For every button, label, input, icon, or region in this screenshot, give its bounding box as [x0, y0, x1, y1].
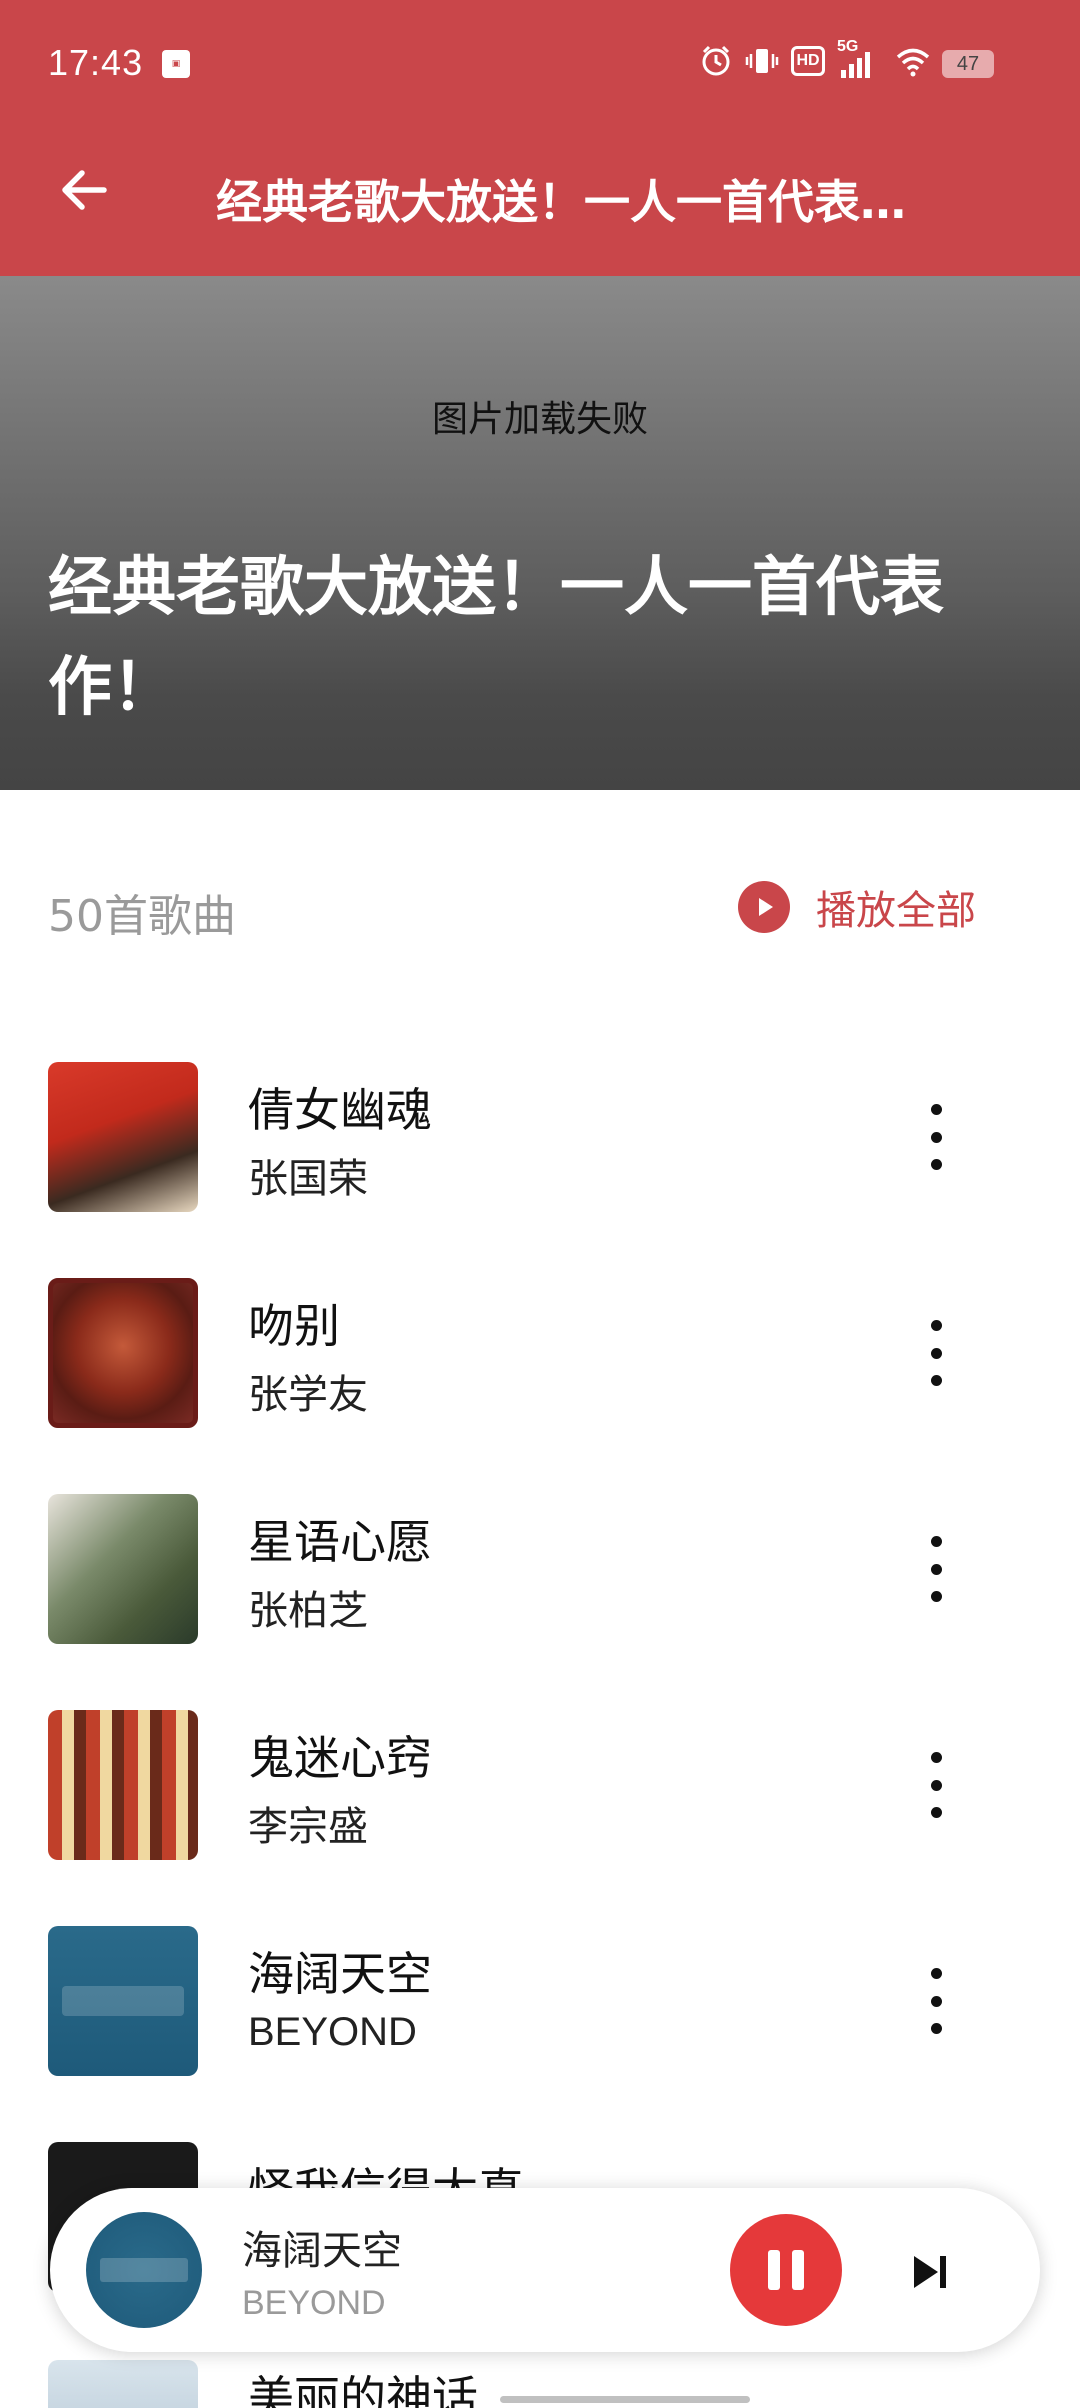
song-artist: BEYOND	[248, 2010, 417, 2054]
song-artist: 张柏芝	[248, 1588, 368, 1634]
more-options-button[interactable]	[906, 1536, 966, 1602]
song-row[interactable]: 鬼迷心窍 李宗盛	[0, 1710, 1080, 1926]
page-title: 经典老歌大放送！一人一首代表…	[216, 175, 906, 229]
song-title: 海阔天空	[248, 1947, 432, 2001]
song-artist: 张学友	[248, 1372, 368, 1418]
top-bar: 17:43 ▣ HD 5G 47 经典老歌大放送！一人一首代表…	[0, 0, 1080, 276]
pause-icon	[768, 2250, 780, 2290]
back-button[interactable]	[54, 160, 114, 220]
mini-player[interactable]: 海阔天空 BEYOND	[50, 2188, 1040, 2352]
wifi-icon	[896, 48, 930, 77]
label-logo	[62, 1986, 184, 2016]
alarm-icon	[702, 45, 730, 76]
more-options-button[interactable]	[906, 1752, 966, 1818]
vibrate-icon	[745, 49, 779, 73]
song-row[interactable]: 海阔天空 BEYOND	[0, 1926, 1080, 2142]
song-title: 鬼迷心窍	[248, 1731, 432, 1785]
album-cover	[48, 1926, 198, 2076]
now-playing-artist: BEYOND	[242, 2284, 386, 2322]
song-row[interactable]: 倩女幽魂 张国荣	[0, 1062, 1080, 1278]
song-title: 美丽的神话	[248, 2371, 478, 2408]
network-type: 5G	[837, 38, 859, 55]
gesture-bar	[500, 2396, 750, 2403]
now-playing-title: 海阔天空	[242, 2228, 402, 2274]
song-artist: 李宗盛	[248, 1804, 368, 1850]
hd-badge: HD	[791, 46, 825, 76]
play-all-button[interactable]: 播放全部	[738, 878, 976, 936]
playlist-header-image: 图片加载失败 经典老歌大放送！一人一首代表作！	[0, 276, 1080, 790]
pause-button[interactable]	[730, 2214, 842, 2326]
song-artist: 张国荣	[248, 1156, 368, 1202]
skip-next-icon[interactable]	[906, 2248, 954, 2296]
more-options-button[interactable]	[906, 1104, 966, 1170]
battery-indicator: 47	[942, 50, 994, 78]
play-circle-icon	[738, 881, 790, 933]
play-all-label: 播放全部	[816, 888, 976, 934]
song-row[interactable]: 星语心愿 张柏芝	[0, 1494, 1080, 1710]
status-icons: HD 5G	[699, 38, 930, 78]
signal-icon: 5G	[837, 38, 870, 78]
status-time: 17:43	[48, 42, 144, 83]
song-title: 吻别	[248, 1299, 340, 1353]
album-cover	[48, 1062, 198, 1212]
album-cover	[48, 2360, 198, 2408]
now-playing-cover	[86, 2212, 202, 2328]
arrow-left-icon	[62, 170, 107, 210]
image-load-failed-text: 图片加载失败	[431, 399, 648, 440]
song-count: 50首歌曲	[48, 891, 236, 942]
album-cover	[48, 1494, 198, 1644]
song-title: 倩女幽魂	[248, 1083, 432, 1137]
song-title: 星语心愿	[248, 1515, 432, 1569]
more-options-button[interactable]	[906, 1968, 966, 2034]
status-bar: 17:43 ▣ HD 5G 47	[0, 0, 1080, 126]
more-options-button[interactable]	[906, 1320, 966, 1386]
notification-icon: ▣	[162, 50, 190, 78]
song-row[interactable]: 吻别 张学友	[0, 1278, 1080, 1494]
album-cover	[48, 1278, 198, 1428]
playlist-title: 经典老歌大放送！一人一首代表作！	[48, 551, 944, 725]
album-cover	[48, 1710, 198, 1860]
